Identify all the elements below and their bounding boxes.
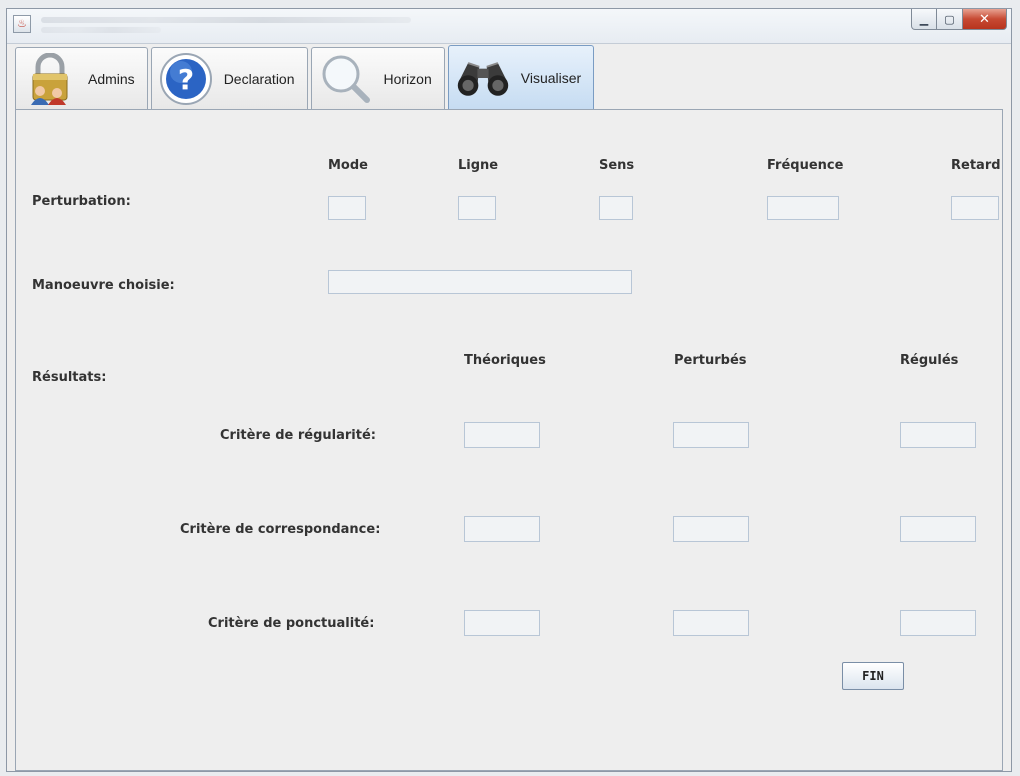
correspondance-theoriques-field[interactable] xyxy=(464,516,540,542)
header-retard: Retard xyxy=(951,158,1001,173)
tab-bar: Admins ? Declaration Horizon Visualiser xyxy=(15,45,597,109)
correspondance-perturbes-field[interactable] xyxy=(673,516,749,542)
padlock-users-icon xyxy=(22,52,78,105)
critere-ponctualite-label: Critère de ponctualité: xyxy=(208,616,375,631)
sens-field[interactable] xyxy=(599,196,633,220)
title-bar[interactable]: ♨ ▁ ▢ ✕ xyxy=(7,9,1011,44)
ligne-field[interactable] xyxy=(458,196,496,220)
retard-field[interactable] xyxy=(951,196,999,220)
manoeuvre-label: Manoeuvre choisie: xyxy=(32,278,175,293)
window-title-blur xyxy=(41,27,161,33)
tab-horizon-label: Horizon xyxy=(383,70,432,87)
svg-text:?: ? xyxy=(178,63,194,96)
regularite-perturbes-field[interactable] xyxy=(673,422,749,448)
fin-button[interactable]: FIN xyxy=(842,662,904,690)
application-window: ♨ ▁ ▢ ✕ Admins ? Declaration Horizon Vis… xyxy=(6,8,1012,772)
visualiser-panel: Mode Ligne Sens Fréquence Retard Perturb… xyxy=(15,109,1003,771)
tab-declaration[interactable]: ? Declaration xyxy=(150,47,308,109)
close-icon: ✕ xyxy=(979,11,990,27)
header-perturbes: Perturbés xyxy=(674,353,747,368)
critere-correspondance-label: Critère de correspondance: xyxy=(180,522,381,537)
header-mode: Mode xyxy=(328,158,368,173)
header-frequence: Fréquence xyxy=(767,158,844,173)
java-app-icon[interactable]: ♨ xyxy=(13,15,31,33)
minimize-icon: ▁ xyxy=(919,12,929,26)
critere-regularite-label: Critère de régularité: xyxy=(220,428,376,443)
correspondance-regules-field[interactable] xyxy=(900,516,976,542)
maximize-icon: ▢ xyxy=(944,12,955,26)
ponctualite-theoriques-field[interactable] xyxy=(464,610,540,636)
tab-admins-label: Admins xyxy=(88,70,135,87)
magnifier-icon xyxy=(318,53,374,105)
regularite-theoriques-field[interactable] xyxy=(464,422,540,448)
resultats-label: Résultats: xyxy=(32,370,107,385)
header-sens: Sens xyxy=(599,158,635,173)
ponctualite-regules-field[interactable] xyxy=(900,610,976,636)
manoeuvre-field[interactable] xyxy=(328,270,632,294)
mode-field[interactable] xyxy=(328,196,366,220)
tab-declaration-label: Declaration xyxy=(223,70,295,87)
perturbation-label: Perturbation: xyxy=(32,194,131,209)
minimize-button[interactable]: ▁ xyxy=(911,9,937,30)
maximize-button[interactable]: ▢ xyxy=(937,9,963,30)
frequence-field[interactable] xyxy=(767,196,839,220)
binoculars-icon xyxy=(455,52,511,104)
window-controls: ▁ ▢ ✕ xyxy=(911,9,1007,31)
tab-admins[interactable]: Admins xyxy=(15,47,148,109)
help-question-icon: ? xyxy=(158,52,214,105)
header-theoriques: Théoriques xyxy=(464,353,546,368)
window-title xyxy=(41,17,411,23)
tab-visualiser-label: Visualiser xyxy=(520,69,582,86)
header-regules: Régulés xyxy=(900,353,959,368)
close-button[interactable]: ✕ xyxy=(963,9,1007,30)
ponctualite-perturbes-field[interactable] xyxy=(673,610,749,636)
regularite-regules-field[interactable] xyxy=(900,422,976,448)
tab-visualiser[interactable]: Visualiser xyxy=(447,45,595,109)
header-ligne: Ligne xyxy=(458,158,499,173)
tab-horizon[interactable]: Horizon xyxy=(310,47,445,109)
